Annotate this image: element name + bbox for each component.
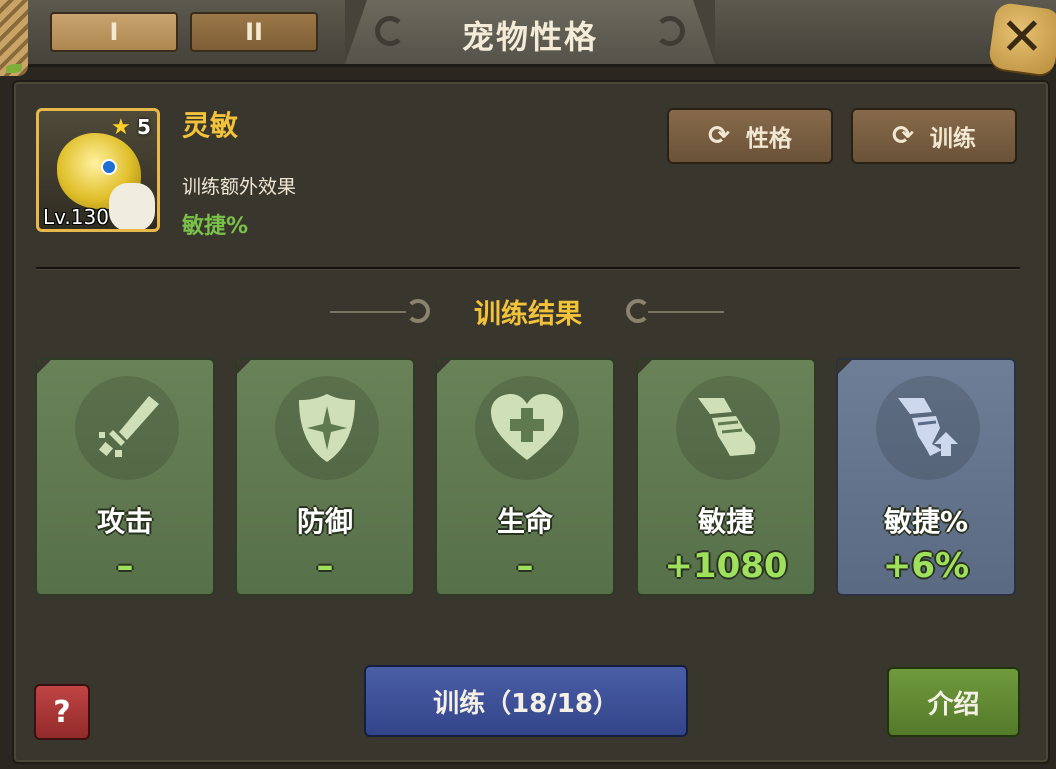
pet-eye [101,159,117,175]
sword-icon [75,376,179,480]
reset-training-button[interactable]: ⟳ 训练 [851,108,1017,164]
help-button[interactable]: ? [34,684,90,740]
question-icon: ? [53,694,71,730]
header-bar: I II 宠物性格 ✕ [0,0,1056,77]
boot-icon [676,376,780,480]
stat-value: – [116,546,134,586]
stat-label: 敏捷% [883,505,969,538]
stat-card-attack: 攻击 – [35,358,215,596]
training-results-title: 训练结果 [474,299,582,330]
extra-effect-value: 敏捷% [182,214,249,239]
shield-icon [275,376,379,480]
pet-belly [109,183,155,229]
pet-star-count: 5 [137,115,151,139]
star-icon: ★ [111,115,131,140]
tab-1[interactable]: I [50,12,178,52]
pet-avatar[interactable]: ★ 5 Lv.130 [36,108,160,232]
tab-2[interactable]: II [190,12,318,52]
stat-label: 敏捷 [697,505,754,538]
title-plate: 宠物性格 [345,0,715,64]
intro-button-label: 介绍 [927,689,980,720]
stat-value: – [316,546,334,586]
stat-card-agility: 敏捷 +1080 [636,358,816,596]
page-title: 宠物性格 [461,18,598,56]
refresh-icon: ⟳ [708,121,730,151]
section-divider [36,267,1020,269]
personality-name: 灵敏 [182,109,239,142]
extra-effect-label: 训练额外效果 [182,176,297,198]
stat-card-agility-percent: 敏捷% +6% [836,358,1016,596]
change-personality-label: 性格 [745,126,792,152]
pet-level: Lv.130 [43,205,109,229]
close-x-icon: ✕ [1000,7,1044,68]
stat-label: 生命 [496,505,553,538]
boot-up-icon [876,376,980,480]
train-button[interactable]: 训练（18/18） [364,665,688,737]
stat-label: 防御 [296,505,353,538]
train-button-label: 训练（18/18） [433,688,619,719]
stat-label: 攻击 [96,505,153,538]
intro-button[interactable]: 介绍 [887,667,1020,737]
stat-card-defense: 防御 – [235,358,415,596]
stat-value: +1080 [664,546,788,586]
refresh-icon: ⟳ [892,121,914,151]
leaf-decoration [6,64,22,73]
stat-card-health: 生命 – [435,358,615,596]
stat-value: +6% [882,546,970,586]
close-button[interactable]: ✕ [987,1,1056,77]
reset-training-label: 训练 [929,126,976,152]
change-personality-button[interactable]: ⟳ 性格 [667,108,833,164]
heart-icon [475,376,579,480]
stat-value: – [516,546,534,586]
